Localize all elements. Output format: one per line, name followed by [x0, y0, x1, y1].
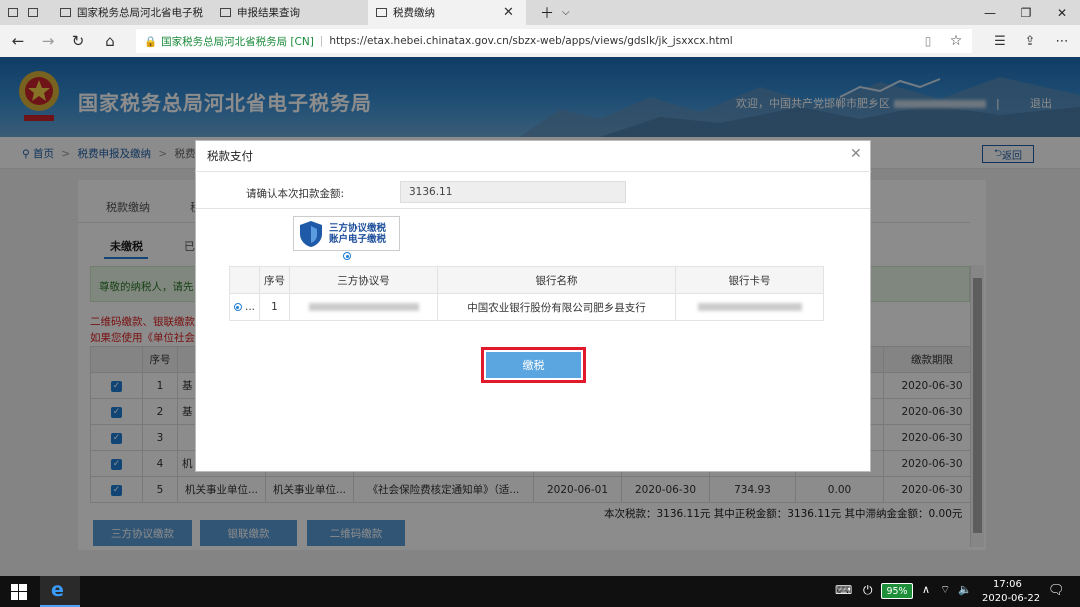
- url-text[interactable]: https://etax.hebei.chinatax.gov.cn/sbzx-…: [329, 35, 732, 47]
- row-ellipsis: ...: [244, 301, 255, 313]
- favorite-star-icon[interactable]: ☆: [942, 25, 970, 57]
- row-seq: 1: [259, 293, 290, 321]
- notification-icon[interactable]: 🗨: [1048, 583, 1065, 598]
- close-tab-icon[interactable]: ✕: [503, 5, 514, 20]
- method-line-1: 三方协议缴税: [329, 222, 387, 234]
- refresh-icon[interactable]: ↻: [64, 25, 92, 57]
- url-field[interactable]: 🔒 国家税务总局河北省税务局 [CN] | https://etax.hebei…: [136, 29, 972, 53]
- page-icon: [376, 8, 387, 17]
- home-icon[interactable]: ⌂: [96, 25, 124, 57]
- divider: [196, 208, 870, 209]
- close-icon[interactable]: ✕: [850, 146, 862, 162]
- table-row[interactable]: ... 1 中国农业银行股份有限公司肥乡县支行: [229, 293, 824, 321]
- method-radio[interactable]: [343, 252, 351, 260]
- site-identity[interactable]: 国家税务总局河北省税务局 [CN]: [161, 34, 314, 49]
- tab-etax-home[interactable]: 国家税务总局河北省电子税: [52, 0, 210, 25]
- redacted-card-no: [697, 303, 802, 311]
- col-card-no: 银行卡号: [675, 266, 824, 294]
- windows-taskbar: [0, 576, 1080, 607]
- clock-date[interactable]: 2020-06-22: [982, 593, 1040, 604]
- close-window-icon[interactable]: ✕: [1044, 0, 1080, 25]
- shield-icon: [300, 220, 322, 247]
- table-header-row: 序号 三方协议号 银行名称 银行卡号: [229, 266, 824, 294]
- col-seq: 序号: [259, 266, 290, 294]
- restore-icon[interactable]: ❐: [1008, 0, 1044, 25]
- tab-label: 申报结果查询: [237, 7, 300, 19]
- page-icon: [220, 8, 231, 17]
- col-bank-name: 银行名称: [437, 266, 676, 294]
- row-bank-name: 中国农业银行股份有限公司肥乡县支行: [437, 293, 676, 321]
- row-radio[interactable]: [233, 303, 242, 311]
- page-icon: [60, 8, 71, 17]
- tab-label: 国家税务总局河北省电子税: [77, 7, 203, 19]
- back-arrow-icon[interactable]: ←: [4, 25, 32, 57]
- clock-time[interactable]: 17:06: [993, 579, 1022, 590]
- payment-method-tripartite[interactable]: 三方协议缴税 账户电子缴税: [293, 216, 400, 251]
- keyboard-icon[interactable]: ⌨: [835, 583, 852, 597]
- share-icon[interactable]: ⇪: [1016, 25, 1044, 57]
- edge-taskbar-button[interactable]: e: [40, 576, 80, 607]
- reading-view-icon[interactable]: ▯: [914, 25, 942, 57]
- power-plug-icon[interactable]: ⏻: [863, 583, 873, 598]
- more-icon[interactable]: ⋯: [1048, 25, 1076, 57]
- battery-indicator[interactable]: 95%: [881, 583, 913, 599]
- chevron-up-icon[interactable]: ∧: [922, 583, 930, 596]
- network-icon[interactable]: ⌔: [940, 583, 950, 597]
- col-protocol-no: 三方协议号: [289, 266, 438, 294]
- edge-icon: e: [51, 579, 64, 601]
- forward-arrow-icon[interactable]: →: [34, 25, 62, 57]
- tab-declaration-query[interactable]: 申报结果查询: [212, 0, 362, 25]
- method-line-2: 账户电子缴税: [329, 233, 387, 245]
- amount-label: 请确认本次扣款金额:: [246, 188, 345, 200]
- redacted-protocol-no: [308, 303, 419, 311]
- bank-account-table: 序号 三方协议号 银行名称 银行卡号 ... 1 中国农业银行股份有限公司肥乡县…: [229, 266, 824, 321]
- windows-start-icon[interactable]: [11, 584, 27, 600]
- minimize-icon[interactable]: —: [972, 0, 1008, 25]
- lock-icon: 🔒: [144, 35, 158, 48]
- chevron-down-icon[interactable]: ⌵: [562, 7, 570, 18]
- favorites-hub-icon[interactable]: ☰: [986, 25, 1014, 57]
- tab-label: 税费缴纳: [393, 7, 435, 19]
- dialog-title: 税款支付: [195, 140, 871, 172]
- speaker-icon[interactable]: 🔈: [958, 583, 972, 596]
- tab-tax-payment[interactable]: 税费缴纳 ✕: [368, 0, 526, 25]
- amount-field: 3136.11: [400, 181, 626, 203]
- pay-tax-button[interactable]: 缴税: [486, 352, 581, 378]
- new-tab-button[interactable]: ＋ ⌵: [532, 0, 582, 25]
- window-menu-icons[interactable]: [0, 0, 52, 25]
